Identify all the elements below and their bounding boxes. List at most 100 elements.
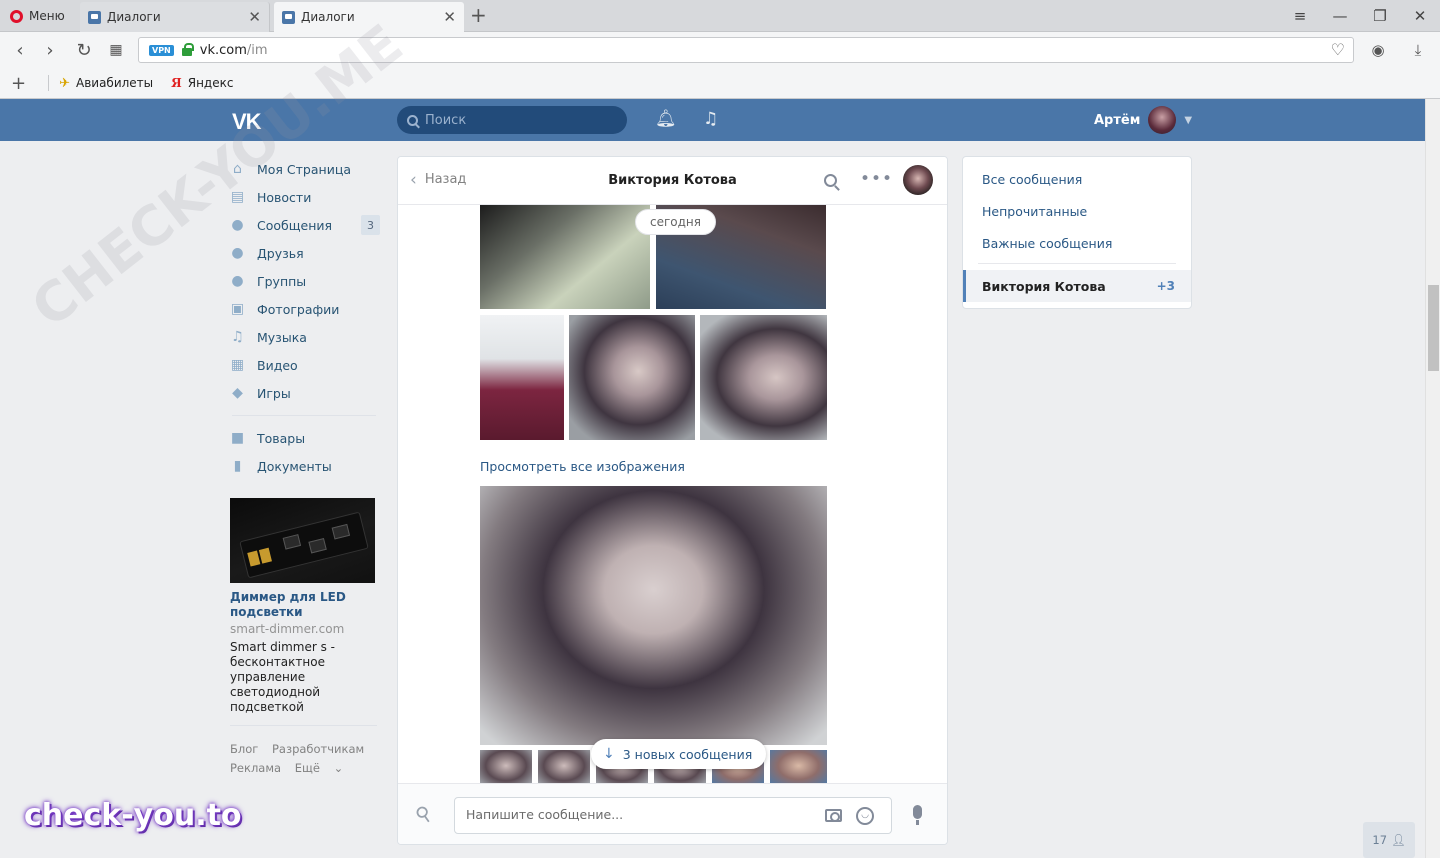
bookmark-aviabilety[interactable]: ✈ Авиабилеты bbox=[59, 76, 153, 91]
browser-tab-2[interactable]: Диалоги ✕ bbox=[274, 2, 464, 32]
attached-photo-large[interactable] bbox=[480, 486, 827, 745]
sidebar-item[interactable]: ● Друзья bbox=[230, 239, 382, 267]
footer-link-developers[interactable]: Разработчикам bbox=[272, 742, 364, 756]
footer-link-more[interactable]: Ещё ⌄ bbox=[295, 761, 353, 775]
view-all-images-link[interactable]: Просмотреть все изображения bbox=[480, 459, 685, 474]
page-scrollbar-thumb[interactable] bbox=[1428, 285, 1439, 371]
friends-icon: ● bbox=[231, 245, 244, 261]
page-scrollbar[interactable] bbox=[1425, 99, 1440, 858]
vpn-badge[interactable]: VPN bbox=[149, 44, 174, 56]
bookmark-label: Яндекс bbox=[187, 76, 234, 90]
menu-divider bbox=[232, 415, 376, 416]
chevron-left-icon: ‹ bbox=[410, 169, 417, 190]
contact-avatar[interactable] bbox=[903, 165, 933, 195]
bookmarks-bar: + ✈ Авиабилеты Я Яндекс bbox=[0, 68, 1440, 99]
chevron-down-icon: ⌄ bbox=[333, 761, 344, 775]
new-messages-label: 3 новых сообщения bbox=[622, 746, 753, 762]
search-input[interactable] bbox=[425, 112, 615, 128]
secure-lock-icon bbox=[181, 43, 194, 56]
forward-nav-icon[interactable]: › bbox=[38, 38, 62, 62]
messages-filter-panel: Все сообщения Непрочитанные Важные сообщ… bbox=[962, 156, 1192, 309]
camera-icon[interactable] bbox=[825, 809, 842, 822]
games-icon: ◆ bbox=[232, 385, 243, 401]
downloads-icon[interactable]: ⤓ bbox=[1406, 38, 1430, 62]
notifications-bell-icon[interactable]: 🔔︎ bbox=[655, 109, 677, 129]
sidebar-item-label: Друзья bbox=[257, 245, 304, 261]
more-actions-icon[interactable]: ••• bbox=[860, 169, 893, 189]
filter-all-messages[interactable]: Все сообщения bbox=[963, 163, 1191, 195]
add-bookmark-plus-icon[interactable]: + bbox=[11, 73, 26, 94]
attached-photo[interactable] bbox=[569, 315, 695, 440]
user-menu[interactable]: Артём ▼ bbox=[1094, 105, 1192, 135]
attached-photo[interactable] bbox=[700, 315, 827, 440]
search-icon bbox=[407, 114, 418, 126]
vpn-status-icon[interactable]: ◉ bbox=[1366, 38, 1390, 62]
filter-important[interactable]: Важные сообщения bbox=[963, 227, 1191, 259]
sidebar-item[interactable]: ◆ Игры bbox=[230, 379, 382, 407]
vk-search-box[interactable] bbox=[397, 106, 627, 134]
vk-logo[interactable]: VK bbox=[232, 109, 262, 135]
ad-title[interactable]: Диммер для LED подсветки bbox=[230, 590, 377, 620]
microphone-icon[interactable] bbox=[913, 805, 922, 825]
ad-chip bbox=[308, 537, 327, 554]
sidebar-item[interactable]: ■ Товары bbox=[230, 424, 382, 452]
camera-icon: ▣ bbox=[230, 301, 245, 317]
back-label: Назад bbox=[424, 172, 467, 187]
speed-dial-grid-icon[interactable]: ▦ bbox=[104, 38, 128, 62]
active-dialog-item[interactable]: Виктория Котова +3 bbox=[963, 270, 1191, 302]
bookmark-yandex[interactable]: Я Яндекс bbox=[171, 76, 233, 90]
message-input-box[interactable]: ◡ bbox=[454, 797, 892, 834]
attached-photo[interactable] bbox=[770, 750, 827, 785]
url-path: /im bbox=[246, 42, 268, 58]
browser-tab-1[interactable]: Диалоги ✕ bbox=[80, 2, 270, 32]
unread-badge: 3 bbox=[361, 215, 380, 235]
restore-icon[interactable]: ❐ bbox=[1360, 0, 1400, 32]
date-separator: сегодня bbox=[635, 209, 716, 235]
footer-link-ads[interactable]: Реклама bbox=[230, 761, 281, 775]
url-field[interactable]: VPN vk.com/im ♡ bbox=[138, 37, 1354, 63]
person-icon: 👤︎ bbox=[1391, 833, 1406, 847]
footer-link-blog[interactable]: Блог bbox=[230, 742, 258, 756]
sidebar-item[interactable]: ♫ Музыка bbox=[230, 323, 382, 351]
close-tab-icon[interactable]: ✕ bbox=[443, 9, 456, 25]
search-in-chat-icon[interactable] bbox=[824, 174, 837, 187]
attached-photo[interactable] bbox=[480, 750, 532, 785]
sidebar-ad[interactable]: Диммер для LED подсветки smart-dimmer.co… bbox=[230, 498, 377, 715]
sidebar-item-label: Музыка bbox=[257, 329, 307, 345]
sidebar-item[interactable]: ▦ Видео bbox=[230, 351, 382, 379]
sidebar-item[interactable]: ▤ Новости bbox=[230, 183, 382, 211]
minimize-icon[interactable]: — bbox=[1320, 0, 1360, 32]
back-button[interactable]: ‹ Назад bbox=[410, 169, 467, 190]
sidebar-item[interactable]: ⌂ Моя Страница bbox=[230, 155, 382, 183]
filter-unread[interactable]: Непрочитанные bbox=[963, 195, 1191, 227]
attached-photo[interactable] bbox=[480, 315, 564, 440]
close-tab-icon[interactable]: ✕ bbox=[248, 9, 261, 25]
sidebar-item[interactable]: ▣ Фотографии bbox=[230, 295, 382, 323]
bookmark-heart-icon[interactable]: ♡ bbox=[1331, 40, 1345, 59]
ad-image-pcb[interactable] bbox=[230, 498, 375, 583]
vk-message-favicon-icon bbox=[88, 10, 101, 24]
ad-description: Smart dimmer s - бесконтактное управлени… bbox=[230, 640, 335, 714]
yandex-icon: Я bbox=[171, 76, 182, 90]
music-note-icon[interactable]: ♫ bbox=[703, 109, 718, 129]
online-friends-counter[interactable]: 17 👤︎ bbox=[1363, 822, 1415, 858]
message-input[interactable] bbox=[466, 807, 806, 822]
attach-paperclip-icon[interactable]: ⚲ bbox=[410, 800, 436, 828]
footer-links: Блог Разработчикам Реклама Ещё ⌄ bbox=[230, 725, 377, 778]
sidebar-item[interactable]: ▮ Документы bbox=[230, 452, 382, 480]
sidebar-item[interactable]: ● Группы bbox=[230, 267, 382, 295]
new-messages-button[interactable]: ↓ 3 новых сообщения bbox=[591, 739, 767, 769]
sidebar-item[interactable]: ● Сообщения 3 bbox=[230, 211, 382, 239]
attached-photo[interactable] bbox=[538, 750, 590, 785]
emoji-smile-icon[interactable]: ◡ bbox=[856, 807, 874, 825]
ad-domain: smart-dimmer.com bbox=[230, 622, 345, 636]
attached-photo[interactable] bbox=[480, 205, 650, 309]
reload-icon[interactable]: ↻ bbox=[72, 38, 96, 62]
opera-menu-button[interactable]: Меню bbox=[0, 0, 78, 32]
new-tab-plus-icon[interactable]: + bbox=[470, 4, 487, 26]
tab-menu-icon[interactable]: ≡ bbox=[1280, 0, 1320, 32]
video-icon: ▦ bbox=[230, 357, 245, 373]
music-icon: ♫ bbox=[231, 329, 244, 345]
back-nav-icon[interactable]: ‹ bbox=[8, 38, 32, 62]
close-window-icon[interactable]: ✕ bbox=[1400, 0, 1440, 32]
